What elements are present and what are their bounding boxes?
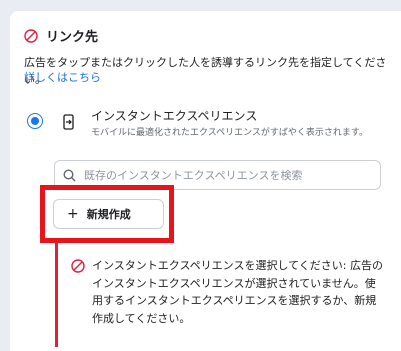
destination-card: リンク先 広告をタップまたはクリックした人を誘導するリンク先を指定してください。… — [10, 11, 401, 351]
search-icon — [63, 168, 76, 181]
warning-circle-icon — [24, 28, 38, 43]
radio-selected-dot — [31, 117, 39, 125]
search-input[interactable] — [82, 167, 366, 183]
instant-experience-icon — [63, 114, 74, 130]
error-message: インスタントエクスペリエンスを選択してください: 広告のインスタントエクスペリエ… — [92, 259, 384, 325]
option-sublabel: モバイルに最適化されたエクスペリエンスがすばやく表示されます。 — [91, 128, 369, 138]
error-circle-icon — [71, 259, 85, 273]
create-new-button[interactable]: + 新規作成 — [53, 199, 164, 229]
error-banner: インスタントエクスペリエンスを選択してください: 広告のインスタントエクスペリエ… — [55, 243, 388, 347]
section-title: リンク先 — [46, 30, 99, 45]
learn-more-link[interactable]: 詳しくはこちら — [24, 69, 101, 85]
instant-experience-radio[interactable] — [27, 113, 43, 129]
plus-icon: + — [67, 206, 79, 222]
create-new-label: 新規作成 — [86, 208, 131, 221]
section-header: リンク先 — [24, 26, 98, 45]
option-label: インスタントエクスペリエンス — [91, 109, 258, 123]
